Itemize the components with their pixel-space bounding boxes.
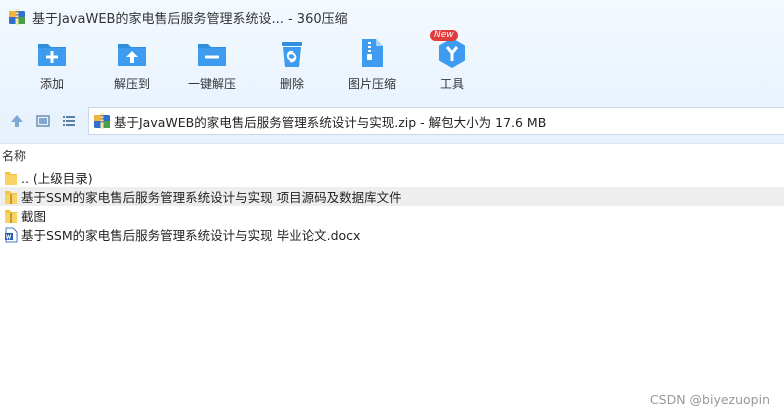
image-compress-label: 图片压缩 xyxy=(347,77,396,91)
extract-to-icon xyxy=(118,44,146,66)
delete-button[interactable]: 删除 xyxy=(252,36,332,98)
image-compress-icon xyxy=(362,39,383,67)
zip-file-icon xyxy=(94,113,110,129)
path-text: 基于JavaWEB的家电售后服务管理系统设计与实现.zip - 解包大小为 17… xyxy=(114,114,547,130)
delete-label: 删除 xyxy=(279,77,304,91)
folder-icon xyxy=(5,190,17,204)
add-button[interactable]: 添加 xyxy=(12,36,92,98)
list-view-button[interactable] xyxy=(58,110,80,132)
thumbnail-view-button[interactable] xyxy=(32,110,54,132)
extract-to-button[interactable]: 解压到 xyxy=(92,36,172,98)
file-list: .. (上级目录) 基于SSM的家电售后服务管理系统设计与实现 项目源码及数据库… xyxy=(0,168,784,244)
list-item-parent-dir[interactable]: .. (上级目录) xyxy=(0,168,784,187)
up-level-button[interactable] xyxy=(6,110,28,132)
path-field[interactable]: 基于JavaWEB的家电售后服务管理系统设计与实现.zip - 解包大小为 17… xyxy=(88,107,784,135)
add-folder-icon xyxy=(38,44,66,66)
top-panel: 基于JavaWEB的家电售后服务管理系统设... - 360压缩 添加 解压到 … xyxy=(0,0,784,144)
file-name: 基于SSM的家电售后服务管理系统设计与实现 项目源码及数据库文件 xyxy=(21,190,402,205)
file-name: 基于SSM的家电售后服务管理系统设计与实现 毕业论文.docx xyxy=(21,228,361,243)
window-title: 基于JavaWEB的家电售后服务管理系统设... - 360压缩 xyxy=(32,11,348,27)
archive-app-icon xyxy=(9,9,25,25)
watermark: CSDN @biyezuopin xyxy=(649,392,770,407)
new-badge: New xyxy=(430,30,458,41)
add-label: 添加 xyxy=(39,77,64,91)
list-item-screenshot-folder[interactable]: 截图 xyxy=(0,206,784,225)
title-bar: 基于JavaWEB的家电售后服务管理系统设... - 360压缩 xyxy=(0,0,784,34)
column-header: 名称 xyxy=(0,145,784,165)
file-name: 截图 xyxy=(21,209,47,224)
archive-window: 基于JavaWEB的家电售后服务管理系统设... - 360压缩 添加 解压到 … xyxy=(0,0,784,417)
thumbnail-view-icon xyxy=(36,115,50,127)
one-click-extract-icon xyxy=(198,44,226,66)
tools-label: 工具 xyxy=(439,77,464,91)
file-name: .. (上级目录) xyxy=(21,171,93,186)
list-item-thesis-docx[interactable]: 基于SSM的家电售后服务管理系统设计与实现 毕业论文.docx xyxy=(0,225,784,244)
tools-icon xyxy=(439,38,465,68)
arrow-up-icon xyxy=(11,115,23,127)
tools-button[interactable]: New 工具 xyxy=(412,30,492,98)
word-document-icon xyxy=(5,227,18,242)
one-click-extract-button[interactable]: 一键解压 xyxy=(172,36,252,98)
delete-icon xyxy=(282,42,302,67)
extract-to-label: 解压到 xyxy=(113,77,150,91)
address-bar: 基于JavaWEB的家电售后服务管理系统设计与实现.zip - 解包大小为 17… xyxy=(0,104,784,138)
folder-icon xyxy=(5,209,17,223)
name-column-header[interactable]: 名称 xyxy=(2,147,26,164)
list-item-source-folder[interactable]: 基于SSM的家电售后服务管理系统设计与实现 项目源码及数据库文件 xyxy=(0,187,784,206)
folder-icon xyxy=(5,171,17,185)
list-view-icon xyxy=(63,116,75,126)
toolbar: 添加 解压到 一键解压 删除 图片压缩 New 工具 xyxy=(0,30,784,98)
one-click-extract-label: 一键解压 xyxy=(187,77,236,91)
image-compress-button[interactable]: 图片压缩 xyxy=(332,36,412,98)
